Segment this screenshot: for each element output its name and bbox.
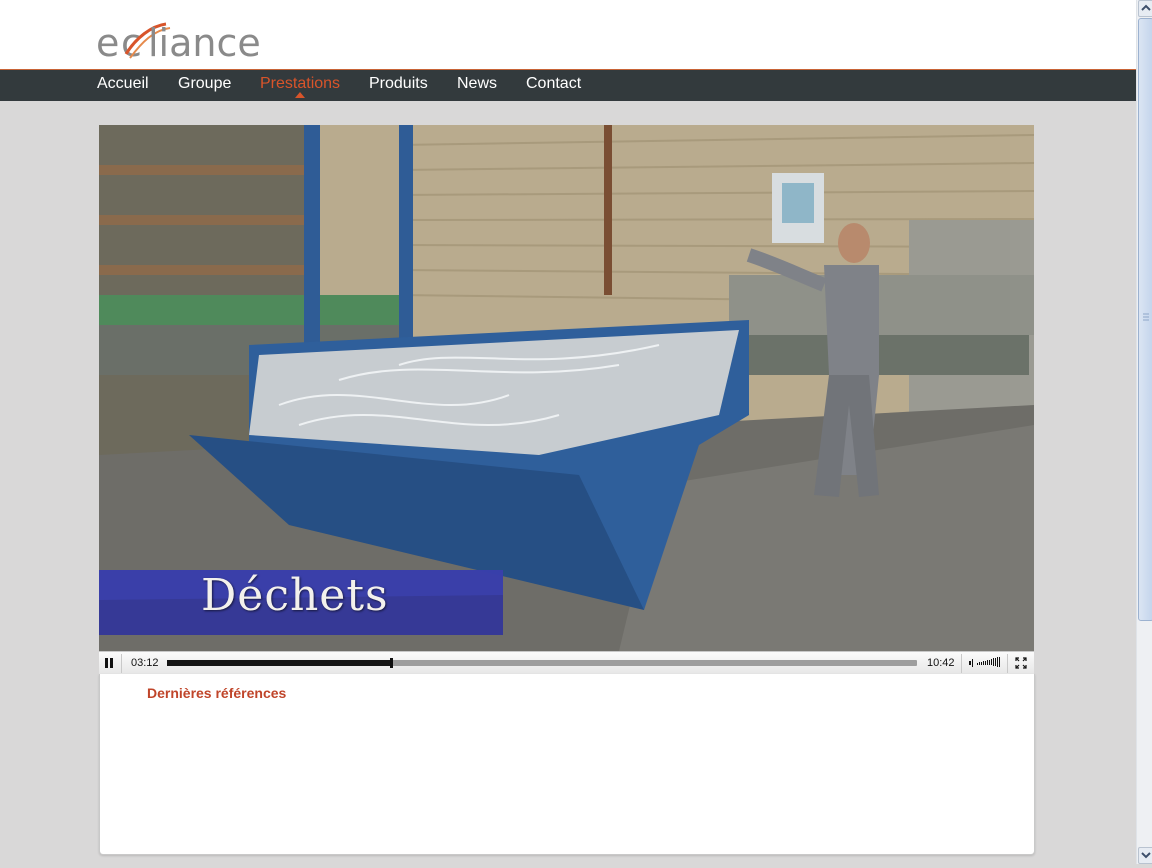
seek-bar-fill <box>167 660 391 666</box>
seek-handle[interactable] <box>390 658 393 668</box>
svg-text:liance: liance <box>148 21 261 65</box>
references-panel: Dernières références <box>99 674 1035 855</box>
video-frame[interactable]: Déchets <box>99 125 1034 651</box>
control-divider <box>121 654 122 673</box>
main-nav: Accueil Groupe Prestations Produits News… <box>0 69 1136 101</box>
nav-item-groupe[interactable]: Groupe <box>178 75 231 93</box>
scrollbar-thumb[interactable] <box>1138 18 1152 621</box>
pause-icon[interactable] <box>105 658 113 668</box>
scroll-down-arrow-icon[interactable] <box>1138 847 1152 864</box>
video-controls: 03:12 10:42 <box>99 651 1034 675</box>
video-caption: Déchets <box>201 570 389 621</box>
nav-item-produits[interactable]: Produits <box>369 75 428 93</box>
seek-bar[interactable] <box>167 658 917 668</box>
svg-text:e: e <box>96 21 120 65</box>
ecliance-logo[interactable]: e c liance <box>96 18 266 68</box>
nav-item-accueil[interactable]: Accueil <box>97 75 149 93</box>
scroll-up-arrow-icon[interactable] <box>1138 0 1152 17</box>
page-scrollbar[interactable] <box>1136 0 1152 864</box>
fullscreen-icon[interactable] <box>1015 657 1027 669</box>
active-nav-indicator <box>295 92 305 98</box>
nav-item-news[interactable]: News <box>457 75 497 93</box>
current-time: 03:12 <box>131 657 159 669</box>
site-header: e c liance <box>0 0 1136 70</box>
control-divider <box>961 654 962 673</box>
volume-icon[interactable] <box>969 657 1001 669</box>
svg-text:c: c <box>121 21 142 65</box>
panel-title: Dernières références <box>147 685 287 701</box>
nav-item-contact[interactable]: Contact <box>526 75 581 93</box>
duration: 10:42 <box>927 657 955 669</box>
nav-item-prestations[interactable]: Prestations <box>260 75 340 93</box>
control-divider <box>1007 654 1008 673</box>
